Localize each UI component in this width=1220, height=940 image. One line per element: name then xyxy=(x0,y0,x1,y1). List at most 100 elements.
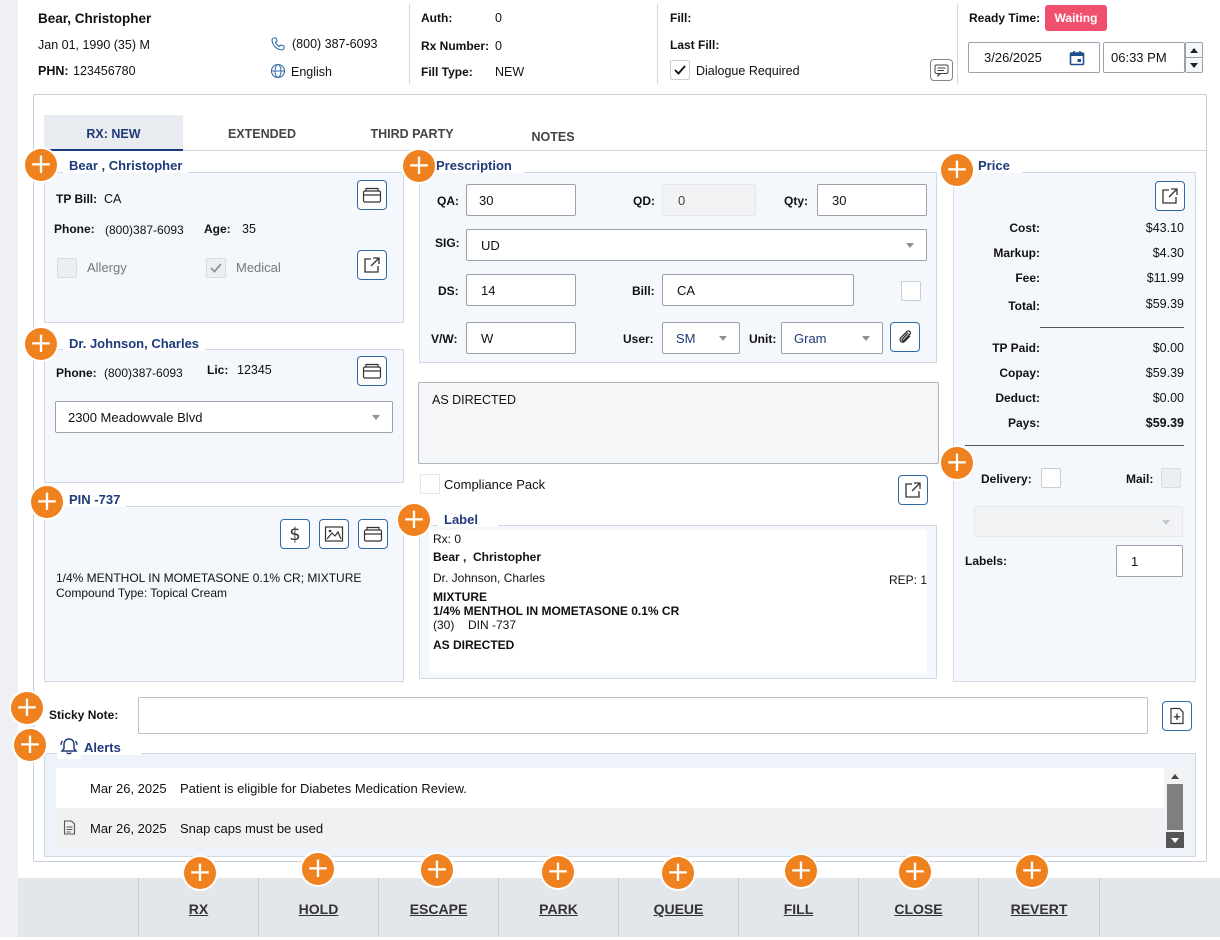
add-icon[interactable]: + xyxy=(542,856,574,888)
doctor-panel-title: Dr. Johnson, Charles xyxy=(63,336,206,351)
mail-checkbox[interactable] xyxy=(1161,468,1181,488)
patient-card-button[interactable] xyxy=(357,180,387,210)
document-icon xyxy=(63,820,76,838)
compliance-pack-label: Compliance Pack xyxy=(444,477,546,492)
qa-input[interactable]: 30 xyxy=(466,184,576,216)
sig-select[interactable]: UD xyxy=(466,229,927,261)
tab-third-party[interactable]: THIRD PARTY xyxy=(352,127,472,141)
label-rep: REP: 1 xyxy=(889,573,928,587)
doctor-card-button[interactable] xyxy=(357,356,387,386)
allergy-checkbox[interactable] xyxy=(57,258,77,278)
escape-button[interactable]: ESCAPE xyxy=(378,878,498,937)
vw-value: W xyxy=(481,330,494,346)
label-panel-title: Label xyxy=(438,512,498,527)
ds-input[interactable]: 14 xyxy=(466,274,576,306)
patient-phone: (800) 387-6093 xyxy=(292,37,378,51)
tab-notes[interactable]: NOTES xyxy=(493,130,613,144)
vw-input[interactable]: W xyxy=(466,322,576,354)
add-icon[interactable]: + xyxy=(785,855,817,887)
ready-time-value: 06:33 PM xyxy=(1111,50,1167,65)
add-icon[interactable]: + xyxy=(941,447,973,479)
patient-panel xyxy=(44,172,404,323)
globe-icon xyxy=(270,63,286,82)
user-select[interactable]: SM xyxy=(662,322,740,354)
deduct-value: $0.00 xyxy=(1152,391,1184,405)
add-icon[interactable]: + xyxy=(421,854,453,886)
add-icon[interactable]: + xyxy=(184,857,216,889)
sticky-note-input[interactable] xyxy=(138,697,1148,734)
delivery-select[interactable] xyxy=(974,506,1183,537)
chevron-down-icon xyxy=(372,415,380,420)
doctor-address-select[interactable]: 2300 Meadowvale Blvd xyxy=(55,401,393,433)
time-spinner[interactable] xyxy=(1185,42,1203,73)
doctor-phone-label: Phone: xyxy=(56,366,97,380)
lic-value: 12345 xyxy=(237,363,272,377)
header-divider xyxy=(409,4,410,84)
ready-time-input[interactable]: 06:33 PM xyxy=(1103,42,1185,73)
directions-textarea[interactable]: AS DIRECTED xyxy=(418,382,939,464)
label-line1: MIXTURE xyxy=(433,590,487,604)
bill-input[interactable]: CA xyxy=(662,274,854,306)
pays-value: $59.39 xyxy=(1145,416,1184,430)
patient-language: English xyxy=(291,65,332,79)
compliance-pack-checkbox[interactable] xyxy=(420,474,440,494)
tab-extended[interactable]: EXTENDED xyxy=(202,127,322,141)
spin-up-icon[interactable] xyxy=(1186,43,1202,58)
add-icon[interactable]: + xyxy=(1016,855,1048,887)
alerts-scrollbar[interactable] xyxy=(1166,768,1184,848)
label-din: DIN -737 xyxy=(468,618,517,632)
price-button[interactable]: $ xyxy=(280,519,310,549)
add-icon[interactable]: + xyxy=(398,504,430,536)
add-icon[interactable]: + xyxy=(11,692,43,724)
dialogue-required-checkbox[interactable] xyxy=(670,60,690,80)
label-rx: Rx: 0 xyxy=(433,532,462,546)
patient-panel-title: Bear , Christopher xyxy=(63,158,189,173)
add-icon[interactable]: + xyxy=(25,328,57,360)
add-icon[interactable]: + xyxy=(941,154,973,186)
medical-checkbox[interactable] xyxy=(206,258,226,278)
unit-select[interactable]: Gram xyxy=(781,322,883,354)
patient-open-button[interactable] xyxy=(357,250,387,280)
chat-icon xyxy=(934,64,949,77)
bill-checkbox[interactable] xyxy=(901,281,921,301)
pin-card-button[interactable] xyxy=(358,519,388,549)
sig-value: UD xyxy=(481,237,500,253)
scroll-thumb[interactable] xyxy=(1167,784,1183,830)
add-icon[interactable]: + xyxy=(302,853,334,885)
scroll-up-icon[interactable] xyxy=(1166,768,1184,784)
calendar-icon[interactable] xyxy=(1069,50,1085,66)
revert-button[interactable]: REVERT xyxy=(978,878,1100,937)
card-icon xyxy=(362,187,382,203)
add-icon[interactable]: + xyxy=(899,856,931,888)
chat-button[interactable] xyxy=(930,59,953,81)
alert-text: Patient is eligible for Diabetes Medicat… xyxy=(180,781,467,796)
image-button[interactable] xyxy=(319,519,349,549)
spin-down-icon[interactable] xyxy=(1186,58,1202,72)
rx-number-value: 0 xyxy=(495,39,502,53)
price-open-button[interactable] xyxy=(1155,181,1185,211)
add-icon[interactable]: + xyxy=(14,729,46,761)
qty-input[interactable]: 30 xyxy=(817,184,927,216)
ready-time-label: Ready Time: xyxy=(969,11,1041,25)
phn-label: PHN: xyxy=(38,64,69,78)
add-icon[interactable]: + xyxy=(403,150,435,182)
add-icon[interactable]: + xyxy=(31,486,63,518)
check-icon xyxy=(674,65,686,75)
image-icon xyxy=(324,526,344,542)
scroll-down-icon[interactable] xyxy=(1166,832,1184,848)
add-icon[interactable]: + xyxy=(25,149,57,181)
svg-text:$: $ xyxy=(289,524,300,544)
patient-phone-label: Phone: xyxy=(54,222,95,236)
tab-rx-new[interactable]: RX: NEW xyxy=(44,127,183,141)
delivery-checkbox[interactable] xyxy=(1041,468,1061,488)
dollar-icon: $ xyxy=(289,524,300,544)
copay-label: Copay: xyxy=(999,366,1040,380)
ready-date-input[interactable]: 3/26/2025 xyxy=(968,42,1100,73)
fill-type-label: Fill Type: xyxy=(421,65,473,79)
hold-button[interactable]: HOLD xyxy=(258,878,378,937)
attach-button[interactable] xyxy=(890,322,920,352)
add-icon[interactable]: + xyxy=(662,857,694,889)
labels-input[interactable]: 1 xyxy=(1116,545,1183,577)
add-note-button[interactable] xyxy=(1162,701,1192,731)
label-open-button[interactable] xyxy=(898,475,928,505)
